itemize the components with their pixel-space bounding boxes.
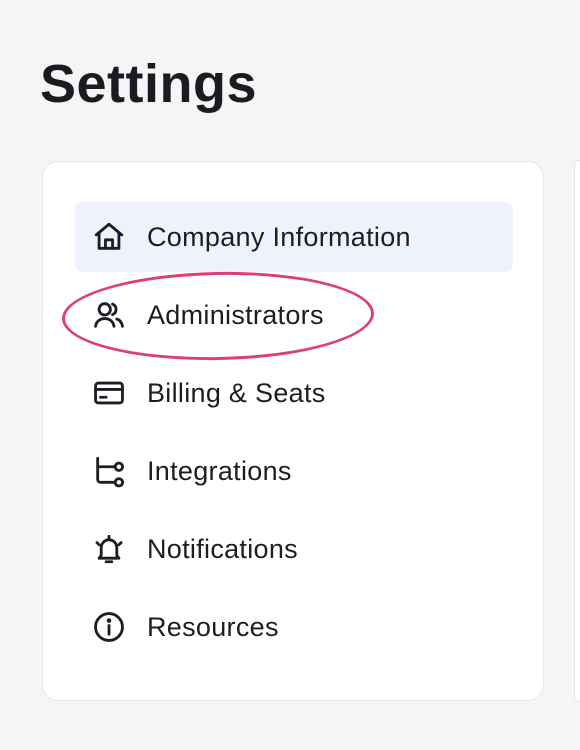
sidebar-item-integrations[interactable]: Integrations: [75, 436, 513, 506]
users-icon: [91, 297, 127, 333]
sidebar-item-notifications[interactable]: Notifications: [75, 514, 513, 584]
home-icon: [91, 219, 127, 255]
settings-page: Settings Company Information Administrat…: [0, 0, 580, 750]
page-title: Settings: [40, 54, 258, 114]
sidebar-item-label: Resources: [147, 611, 279, 642]
settings-menu: Company Information Administrators Billi…: [75, 202, 513, 670]
integration-icon: [91, 453, 127, 489]
sidebar-item-company-information[interactable]: Company Information: [75, 202, 513, 272]
bell-ring-icon: [91, 531, 127, 567]
sidebar-item-billing-seats[interactable]: Billing & Seats: [75, 358, 513, 428]
sidebar-item-label: Notifications: [147, 533, 298, 564]
sidebar-item-label: Administrators: [147, 299, 324, 330]
info-icon: [91, 609, 127, 645]
sidebar-item-label: Company Information: [147, 221, 411, 252]
settings-nav-card: Company Information Administrators Billi…: [42, 161, 544, 701]
sidebar-item-label: Billing & Seats: [147, 377, 326, 408]
sidebar-item-administrators[interactable]: Administrators: [75, 280, 513, 350]
sidebar-item-label: Integrations: [147, 455, 292, 486]
sidebar-item-resources[interactable]: Resources: [75, 592, 513, 662]
adjacent-panel-edge: [574, 160, 580, 702]
credit-card-icon: [91, 375, 127, 411]
